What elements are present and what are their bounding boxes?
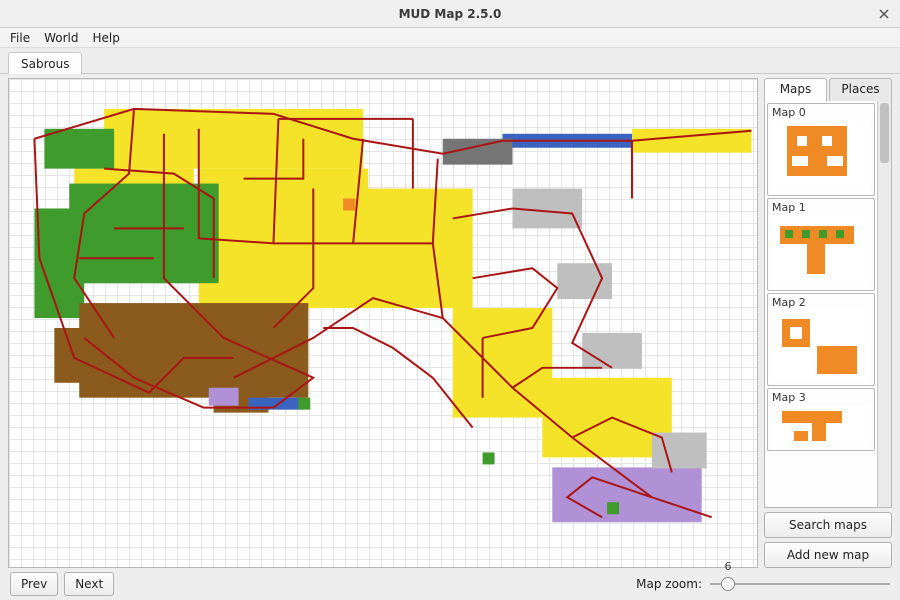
- list-item[interactable]: Map 0: [767, 103, 875, 196]
- bottom-bar: Prev Next Map zoom: 6: [0, 568, 900, 600]
- list-item[interactable]: Map 2: [767, 293, 875, 386]
- tab-sabrous[interactable]: Sabrous: [8, 52, 82, 74]
- map-thumb-label: Map 1: [772, 201, 870, 214]
- map-thumb-preview: [772, 121, 870, 191]
- map-list: Map 0 Map 1: [765, 101, 877, 507]
- tab-maps[interactable]: Maps: [764, 78, 827, 102]
- next-button[interactable]: Next: [64, 572, 114, 596]
- map-thumb-preview: [772, 216, 870, 286]
- menu-file[interactable]: File: [4, 29, 36, 47]
- tab-places[interactable]: Places: [829, 78, 892, 102]
- menu-help[interactable]: Help: [86, 29, 125, 47]
- map-canvas[interactable]: [8, 78, 758, 568]
- map-thumb-label: Map 3: [772, 391, 870, 404]
- zoom-slider[interactable]: 6: [710, 574, 890, 594]
- side-panel: Maps Places Map 0 Map 1: [764, 78, 892, 568]
- menu-bar: File World Help: [0, 28, 900, 48]
- menu-world[interactable]: World: [38, 29, 84, 47]
- window-titlebar: MUD Map 2.5.0: [0, 0, 900, 28]
- map-thumb-label: Map 2: [772, 296, 870, 309]
- window-title: MUD Map 2.5.0: [0, 7, 900, 21]
- add-new-map-button[interactable]: Add new map: [764, 542, 892, 568]
- scrollbar[interactable]: [877, 101, 891, 507]
- list-item[interactable]: Map 1: [767, 198, 875, 291]
- zoom-value: 6: [725, 560, 732, 573]
- zoom-label: Map zoom:: [636, 577, 702, 591]
- list-item[interactable]: Map 3: [767, 388, 875, 451]
- prev-button[interactable]: Prev: [10, 572, 58, 596]
- map-thumb-label: Map 0: [772, 106, 870, 119]
- world-tabstrip: Sabrous: [0, 48, 900, 74]
- map-thumb-preview: [772, 311, 870, 381]
- search-maps-button[interactable]: Search maps: [764, 512, 892, 538]
- close-icon[interactable]: [876, 6, 892, 22]
- map-thumb-preview: [772, 406, 870, 446]
- scrollbar-thumb[interactable]: [880, 103, 889, 163]
